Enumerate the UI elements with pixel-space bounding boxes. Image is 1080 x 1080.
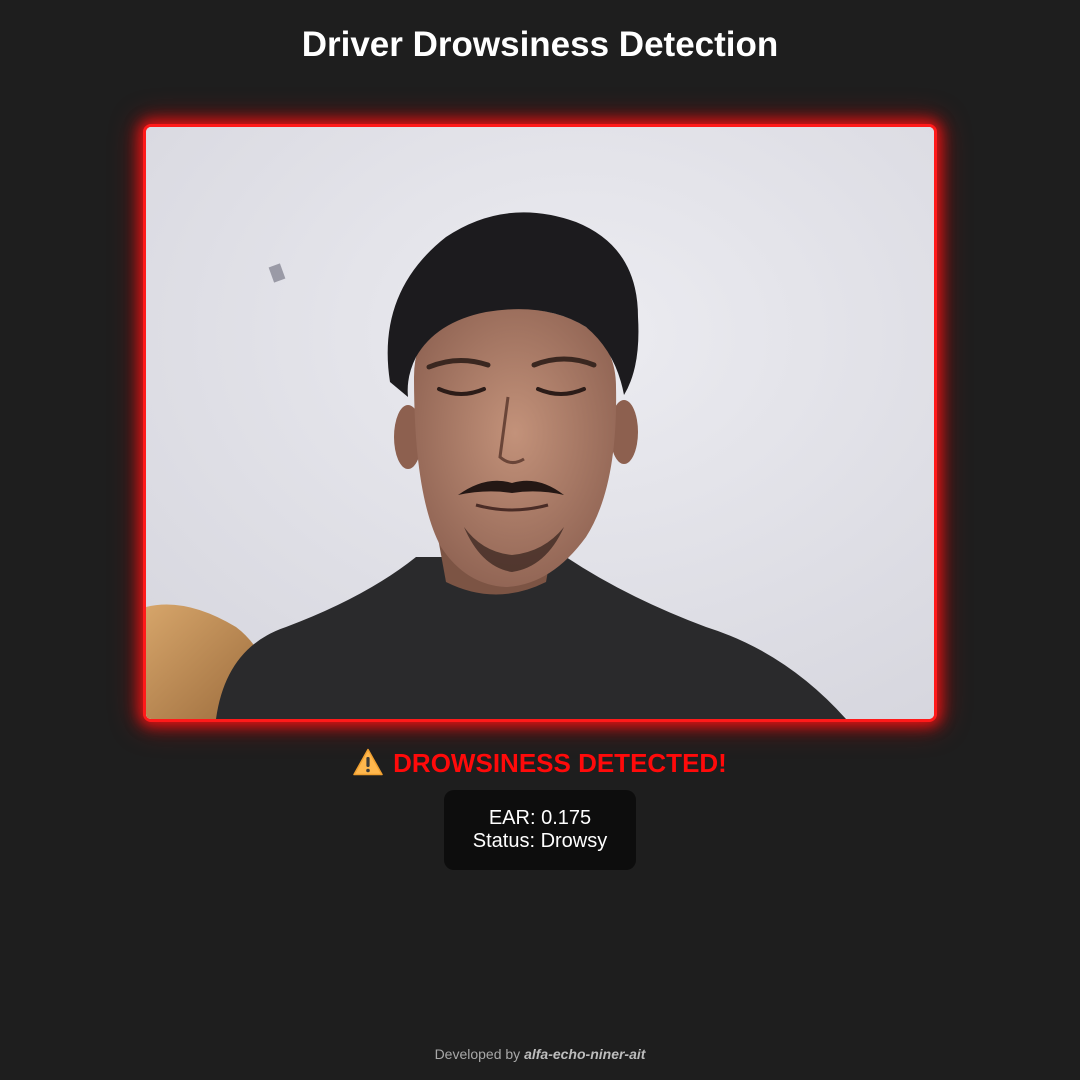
alert-text: DROWSINESS DETECTED! (393, 748, 727, 778)
page-title: Driver Drowsiness Detection (301, 25, 779, 64)
warning-icon (353, 748, 383, 776)
drowsiness-alert: DROWSINESS DETECTED! (0, 746, 1080, 780)
webcam-video-feed (143, 124, 937, 722)
footer: Developed by alfa-echo-niner-ait (0, 1044, 1080, 1064)
ear-value: EAR: 0.175 (488, 807, 592, 829)
webcam-frame-image (146, 127, 934, 719)
stats-panel: EAR: 0.175 Status: Drowsy (444, 790, 636, 870)
app-page: Driver Drowsiness Detection DROWSINESS D… (0, 0, 1080, 1080)
status-value: Status: Drowsy (472, 830, 608, 852)
footer-author: alfa-echo-niner-ait (524, 1046, 646, 1062)
footer-prefix: Developed by (434, 1046, 521, 1062)
